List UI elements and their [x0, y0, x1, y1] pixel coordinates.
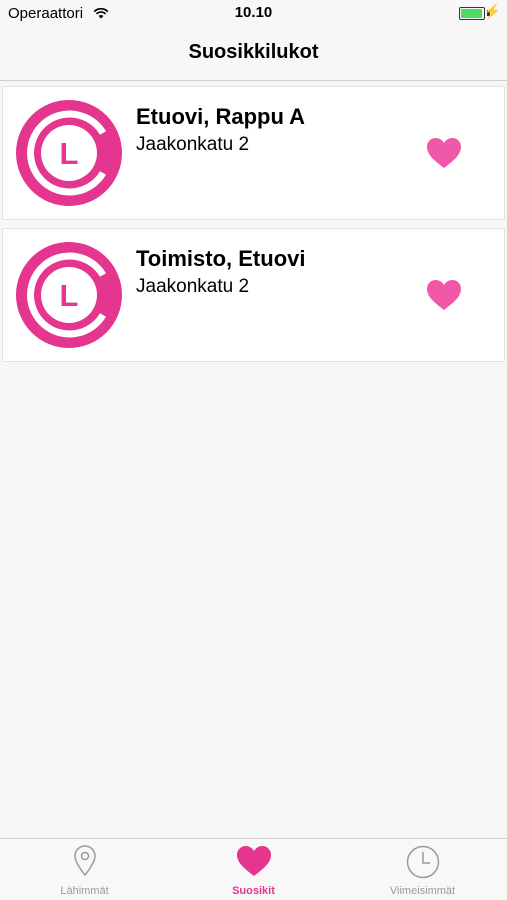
charging-icon: ⚡ — [483, 3, 501, 19]
lock-card[interactable]: L Etuovi, Rappu A Jaakonkatu 2 — [2, 86, 505, 220]
lock-logo-icon: L — [16, 100, 122, 206]
favorites-list: L Etuovi, Rappu A Jaakonkatu 2 L Toimist… — [0, 86, 507, 370]
tab-label: Lähimmät — [60, 885, 109, 897]
heart-icon — [236, 846, 271, 876]
battery-level — [461, 9, 482, 18]
status-bar: Operaattori 10.10 ⚡ — [0, 0, 507, 28]
tab-favorites[interactable]: Suosikit — [169, 839, 338, 900]
tab-label: Suosikit — [232, 885, 275, 897]
navigation-bar: Suosikkilukot — [0, 28, 507, 81]
tab-nearest[interactable]: Lähimmät — [0, 839, 169, 900]
tab-label: Viimeisimmät — [389, 885, 456, 897]
battery-icon — [459, 7, 485, 20]
lock-name: Toimisto, Etuovi — [136, 246, 306, 271]
tab-recent[interactable]: Viimeisimmät — [338, 839, 507, 900]
favorite-heart-icon[interactable] — [426, 279, 462, 311]
lock-card[interactable]: L Toimisto, Etuovi Jaakonkatu 2 — [2, 228, 505, 362]
location-pin-icon — [73, 845, 96, 877]
lock-address: Jaakonkatu 2 — [136, 134, 250, 155]
logo-letter: L — [60, 136, 79, 171]
lock-address: Jaakonkatu 2 — [136, 276, 250, 297]
clock-icon — [406, 845, 439, 879]
logo-letter: L — [60, 278, 79, 313]
status-time: 10.10 — [234, 4, 273, 21]
page-title: Suosikkilukot — [188, 41, 319, 63]
favorite-heart-icon[interactable] — [426, 137, 462, 169]
lock-name: Etuovi, Rappu A — [136, 104, 306, 129]
tab-bar: Lähimmät Suosikit Viimeisimmät — [0, 838, 507, 900]
lock-logo-icon: L — [16, 242, 122, 348]
